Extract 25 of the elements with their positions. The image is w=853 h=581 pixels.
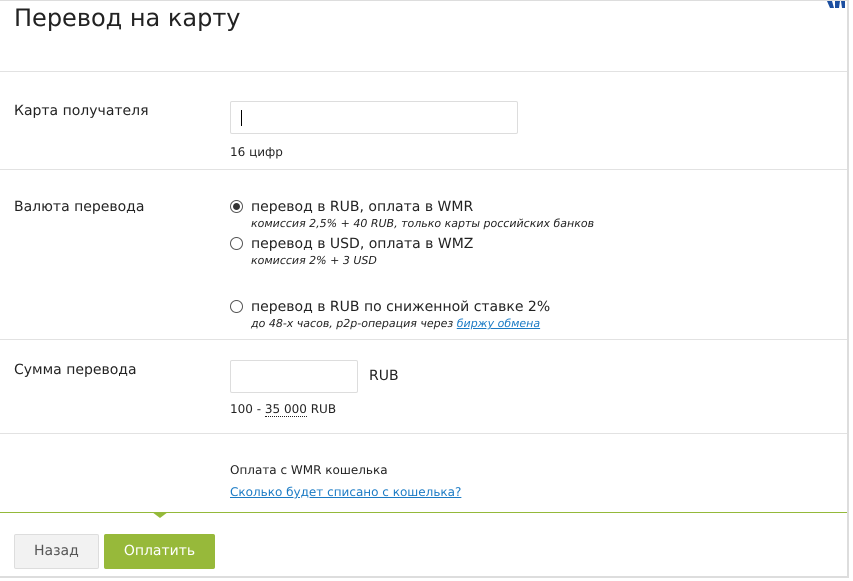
option-label[interactable]: перевод в RUB, оплата в WMR [251, 199, 474, 215]
range-max: 35 000 [264, 402, 307, 417]
field-label: Карта получателя [13, 102, 150, 121]
option-note: до 48-х часов, p2p-операция через [251, 317, 454, 330]
range-min: 100 - [230, 402, 262, 416]
back-button[interactable]: Назад [14, 534, 99, 569]
field-label: Сумма перевода [13, 361, 138, 380]
exchange-link[interactable]: биржу обмена [456, 317, 540, 330]
page-title: Перевод на карту [13, 3, 242, 33]
radio-button[interactable] [230, 237, 243, 250]
radio-button[interactable] [230, 300, 243, 314]
option-note: комиссия 2,5% + 40 RUB, только карты российских банков [251, 217, 594, 230]
logo-icon [827, 1, 845, 9]
card-number-field[interactable] [230, 101, 518, 134]
payment-source-text: Оплата с WMR кошелька [230, 462, 389, 479]
radio-button[interactable] [230, 200, 243, 213]
option-label[interactable]: перевод в USD, оплата в WMZ [251, 236, 474, 252]
option-label[interactable]: перевод в RUB по сниженной ставке 2% [251, 299, 550, 316]
range-unit: RUB [310, 402, 336, 416]
amount-field[interactable] [230, 360, 358, 393]
deduction-link[interactable]: Сколько будет списано с кошелька? [230, 483, 462, 501]
field-label: Валюта перевода [13, 198, 146, 217]
option-note: комиссия 2% + 3 USD [251, 254, 377, 268]
currency-label: RUB [369, 367, 399, 386]
hint-text: 16 цифр [230, 144, 284, 161]
